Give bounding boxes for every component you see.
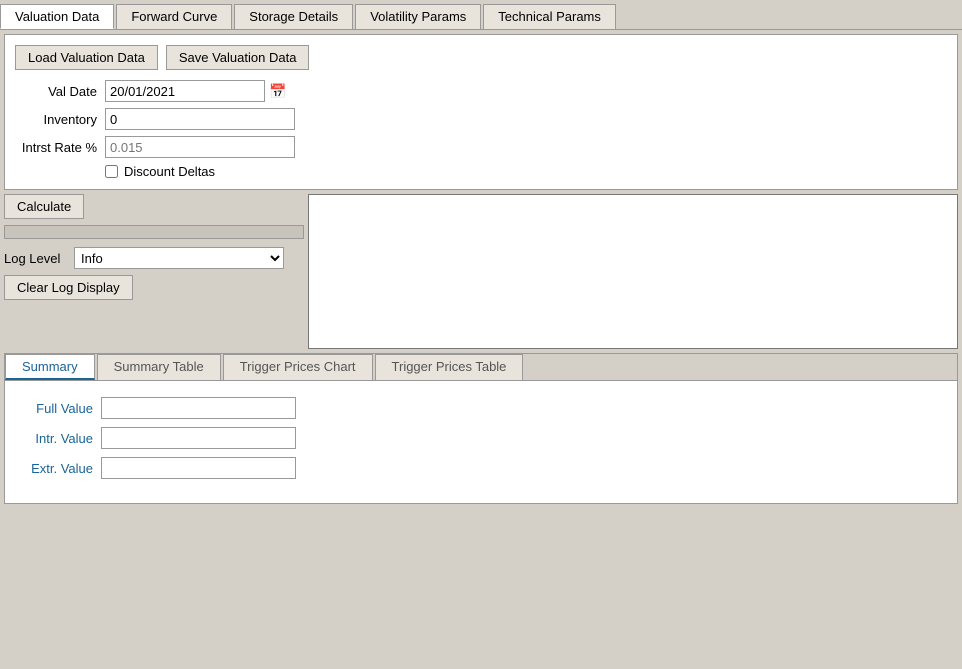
bottom-section: Summary Summary Table Trigger Prices Cha… <box>4 353 958 504</box>
log-level-label: Log Level <box>4 251 74 266</box>
extr-value-row: Extr. Value <box>21 457 941 479</box>
tab-summary-table[interactable]: Summary Table <box>97 354 221 380</box>
top-tab-bar: Valuation Data Forward Curve Storage Det… <box>0 0 962 30</box>
progress-bar <box>4 225 304 239</box>
intrst-rate-input[interactable] <box>105 136 295 158</box>
log-level-select[interactable]: Debug Info Warning Error <box>74 247 284 269</box>
calculate-button[interactable]: Calculate <box>4 194 84 219</box>
intrst-rate-row: Intrst Rate % <box>15 136 947 158</box>
inventory-input[interactable] <box>105 108 295 130</box>
tab-storage-details[interactable]: Storage Details <box>234 4 353 29</box>
val-date-input[interactable] <box>105 80 265 102</box>
load-valuation-button[interactable]: Load Valuation Data <box>15 45 158 70</box>
tab-volatility-params[interactable]: Volatility Params <box>355 4 481 29</box>
valuation-data-panel: Load Valuation Data Save Valuation Data … <box>4 34 958 190</box>
tab-trigger-prices-chart[interactable]: Trigger Prices Chart <box>223 354 373 380</box>
val-date-row: Val Date 📅 <box>15 80 947 102</box>
toolbar: Load Valuation Data Save Valuation Data <box>15 45 947 70</box>
tab-forward-curve[interactable]: Forward Curve <box>116 4 232 29</box>
log-level-row: Log Level Debug Info Warning Error <box>4 247 304 269</box>
left-controls: Calculate Log Level Debug Info Warning E… <box>4 194 304 349</box>
clear-log-button[interactable]: Clear Log Display <box>4 275 133 300</box>
save-valuation-button[interactable]: Save Valuation Data <box>166 45 310 70</box>
inventory-row: Inventory <box>15 108 947 130</box>
calendar-icon[interactable]: 📅 <box>269 83 286 100</box>
intr-value-input[interactable] <box>101 427 296 449</box>
summary-content: Full Value Intr. Value Extr. Value <box>5 381 957 503</box>
full-value-label: Full Value <box>21 401 101 416</box>
intr-value-label: Intr. Value <box>21 431 101 446</box>
bottom-tab-bar: Summary Summary Table Trigger Prices Cha… <box>5 354 957 381</box>
discount-deltas-label: Discount Deltas <box>124 164 215 179</box>
extr-value-input[interactable] <box>101 457 296 479</box>
intrst-rate-label: Intrst Rate % <box>15 140 105 155</box>
calculate-row: Calculate <box>4 194 304 219</box>
full-value-input[interactable] <box>101 397 296 419</box>
log-display <box>308 194 958 349</box>
intr-value-row: Intr. Value <box>21 427 941 449</box>
tab-summary[interactable]: Summary <box>5 354 95 380</box>
tab-valuation-data[interactable]: Valuation Data <box>0 4 114 29</box>
val-date-label: Val Date <box>15 84 105 99</box>
middle-section: Calculate Log Level Debug Info Warning E… <box>4 194 958 349</box>
tab-technical-params[interactable]: Technical Params <box>483 4 616 29</box>
discount-deltas-checkbox[interactable] <box>105 165 118 178</box>
val-date-wrapper: 📅 <box>105 80 286 102</box>
inventory-label: Inventory <box>15 112 105 127</box>
extr-value-label: Extr. Value <box>21 461 101 476</box>
tab-trigger-prices-table[interactable]: Trigger Prices Table <box>375 354 524 380</box>
full-value-row: Full Value <box>21 397 941 419</box>
discount-deltas-row: Discount Deltas <box>105 164 947 179</box>
footer-area <box>0 508 962 588</box>
